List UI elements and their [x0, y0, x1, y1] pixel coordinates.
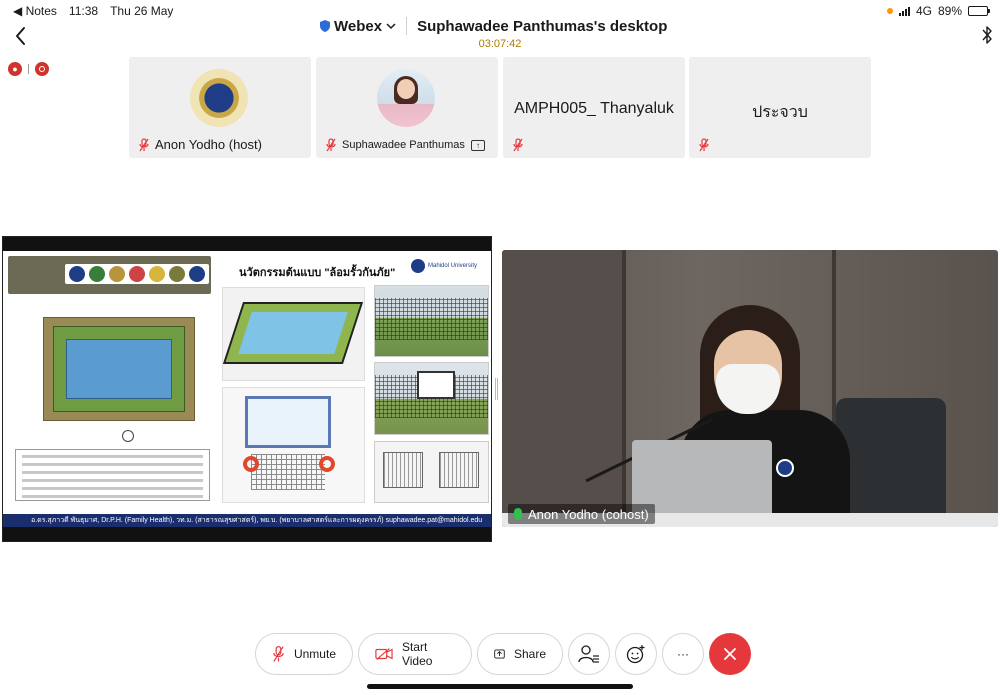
participant-tile[interactable]: Suphawadee Panthumas ↑ [316, 57, 498, 158]
reactions-button[interactable] [615, 633, 657, 675]
pool-floor-plan [43, 317, 195, 421]
end-call-button[interactable] [709, 633, 751, 675]
pool-3d-render [222, 287, 365, 381]
muted-mic-icon [139, 137, 149, 151]
unmute-label: Unmute [293, 647, 336, 661]
university-seal-avatar [190, 69, 248, 127]
active-speaker-video[interactable] [502, 250, 998, 527]
slide-bottom-bar [3, 527, 491, 541]
plan-notes [15, 449, 210, 501]
fence-signboard-photo [374, 362, 489, 435]
plan-marker [122, 430, 134, 442]
partner-logos [65, 264, 209, 284]
network-label: 4G [915, 4, 932, 18]
meeting-timer: 03:07:42 [478, 38, 522, 50]
signal-icon [898, 6, 910, 16]
shared-screen[interactable]: นวัตกรรมต้นแบบ "ล้อมรั้วกันภัย" Mahidol … [2, 236, 492, 542]
video-off-icon [375, 648, 393, 660]
privacy-indicator-icon [886, 8, 893, 14]
indicator-divider [28, 64, 29, 74]
battery-percent: 89% [937, 4, 962, 18]
recording-icon[interactable]: ● [8, 62, 22, 76]
muted-mic-icon [513, 138, 523, 152]
start-video-button[interactable]: Start Video [358, 633, 472, 675]
start-video-label: Start Video [401, 640, 433, 668]
meeting-header: Webex Suphawadee Panthumas's desktop [320, 16, 667, 36]
slide-title: นวัตกรรมต้นแบบ "ล้อมรั้วกันภัย" [239, 267, 396, 279]
share-label: Share [513, 647, 546, 661]
participants-icon [578, 645, 599, 663]
muted-mic-icon [273, 645, 284, 662]
share-button[interactable]: Share [477, 633, 563, 675]
participant-tile[interactable]: ประจวบ [689, 57, 871, 158]
recording-indicators: ● [8, 62, 49, 76]
institution-name: Mahidol University [428, 263, 478, 269]
split-divider-handle[interactable] [495, 378, 498, 400]
bluetooth-icon[interactable] [980, 25, 994, 45]
more-options-icon: ··· [677, 647, 689, 661]
participant-display-name: ประจวบ [752, 104, 808, 121]
battery-icon [968, 6, 990, 16]
slide-footer: อ.ดร.สุภาวดี พันธุมาศ, Dr.P.H. (Family H… [3, 514, 491, 527]
participant-display-name: AMPH005_ Thanyaluk [514, 100, 674, 117]
signboard-drawing [222, 387, 365, 503]
participant-name: Anon Yodho (host) [155, 137, 262, 152]
screen-share-icon: ↑ [470, 139, 485, 151]
chevron-down-icon [386, 23, 396, 30]
close-icon [724, 648, 736, 660]
mahidol-logo: Mahidol University [411, 259, 477, 273]
avatar [377, 69, 435, 127]
muted-mic-icon [326, 138, 336, 152]
back-to-app-link[interactable]: ◀ Notes [13, 4, 57, 18]
fence-photo [374, 285, 489, 357]
webex-label: Webex [334, 17, 383, 35]
speaker-name: Anon Yodho (cohost) [528, 506, 649, 522]
participant-name: Suphawadee Panthumas [342, 139, 465, 151]
participant-tile[interactable]: Anon Yodho (host) [129, 57, 311, 158]
participants-button[interactable] [568, 633, 610, 675]
muted-mic-icon [699, 138, 709, 152]
status-date: Thu 26 May [110, 4, 174, 18]
status-time: 11:38 [68, 4, 99, 18]
header-divider [406, 17, 408, 35]
page-title: Suphawadee Panthumas's desktop [417, 17, 668, 35]
video-name-label: Anon Yodho (cohost) [508, 504, 655, 524]
home-indicator[interactable] [367, 684, 633, 689]
participant-tile[interactable]: AMPH005_ Thanyaluk [503, 57, 685, 158]
webex-menu[interactable]: Webex [320, 18, 396, 35]
shield-icon [320, 20, 330, 32]
meeting-controls: Unmute Start Video Share ··· [255, 633, 751, 675]
unmute-button[interactable]: Unmute [255, 633, 353, 675]
reactions-icon [626, 645, 645, 664]
more-options-button[interactable]: ··· [662, 633, 704, 675]
active-mic-icon [514, 508, 522, 520]
record-status-icon[interactable] [35, 62, 49, 76]
share-icon [494, 649, 505, 659]
fence-panel-drawing [374, 441, 489, 503]
slide-top-bar [3, 237, 491, 251]
